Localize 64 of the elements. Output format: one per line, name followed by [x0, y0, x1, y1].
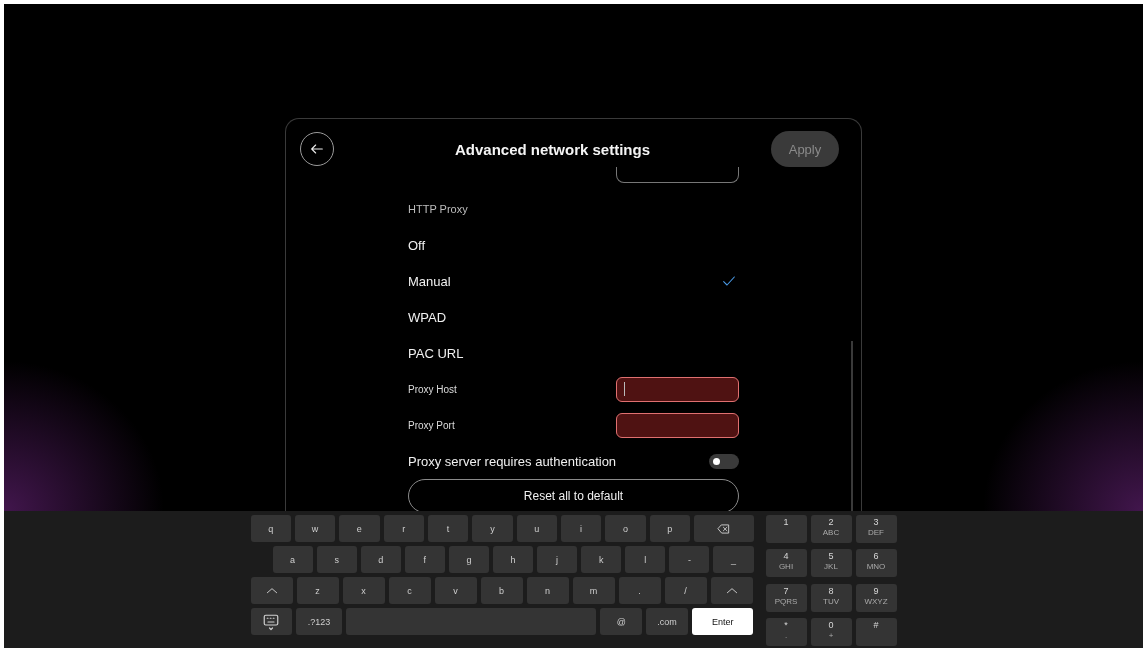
- toggle-switch[interactable]: [709, 453, 739, 469]
- numpad-key[interactable]: 1: [765, 515, 807, 543]
- key[interactable]: z: [296, 577, 339, 604]
- key[interactable]: h: [492, 546, 534, 573]
- numpad-key[interactable]: 2 ABC: [810, 515, 852, 543]
- numpad-key[interactable]: 6 MNO: [855, 549, 897, 578]
- input-field[interactable]: [616, 167, 739, 183]
- key[interactable]: .com: [646, 608, 688, 635]
- key[interactable]: d: [360, 546, 401, 573]
- option-label[interactable]: Off: [408, 237, 426, 253]
- option-label[interactable]: Manual: [408, 273, 451, 289]
- key[interactable]: @: [600, 608, 643, 635]
- key[interactable]: e: [339, 515, 380, 542]
- key[interactable]: t: [427, 515, 469, 542]
- key[interactable]: a: [272, 546, 313, 573]
- key[interactable]: k: [581, 546, 622, 573]
- key[interactable]: _: [713, 546, 754, 573]
- section-label: HTTP Proxy: [408, 203, 469, 217]
- arrow-left-icon: [309, 141, 325, 157]
- key[interactable]: s: [316, 546, 357, 573]
- numpad-key[interactable]: 8 TUV: [810, 583, 852, 612]
- text-cursor: [624, 382, 625, 396]
- key[interactable]: g: [448, 546, 489, 573]
- key[interactable]: c: [388, 577, 431, 604]
- key[interactable]: f: [404, 546, 445, 573]
- key[interactable]: j: [537, 546, 578, 573]
- input-field[interactable]: [616, 376, 739, 402]
- field-label: Proxy Host: [408, 383, 457, 395]
- option-label[interactable]: PAC URL: [408, 345, 464, 361]
- key[interactable]: n: [526, 577, 569, 604]
- key[interactable]: /: [664, 577, 707, 604]
- key[interactable]: i: [560, 515, 602, 542]
- key[interactable]: o: [605, 515, 646, 542]
- numpad-key[interactable]: #: [855, 617, 897, 646]
- key[interactable]: v: [434, 577, 477, 604]
- input-field[interactable]: [616, 412, 739, 438]
- key[interactable]: b: [480, 577, 523, 604]
- hide-keyboard-key[interactable]: [250, 608, 293, 635]
- numpad-key[interactable]: * .: [765, 617, 807, 646]
- numpad-key[interactable]: 0 +: [810, 617, 852, 646]
- numpad-key[interactable]: 3 DEF: [855, 515, 897, 543]
- key[interactable]: q: [250, 515, 291, 542]
- numpad-key[interactable]: 4 GHI: [765, 549, 807, 578]
- key[interactable]: u: [516, 515, 557, 542]
- numpad-key[interactable]: 5 JKL: [810, 549, 852, 578]
- key[interactable]: l: [625, 546, 666, 573]
- key[interactable]: m: [572, 577, 615, 604]
- keyboard-icon: [262, 612, 281, 631]
- key[interactable]: r: [383, 515, 424, 542]
- key[interactable]: p: [649, 515, 690, 542]
- numpad-key[interactable]: 7 PQRS: [765, 583, 807, 612]
- key[interactable]: y: [472, 515, 513, 542]
- key[interactable]: .: [618, 577, 661, 604]
- field-label: Proxy Port: [408, 419, 455, 431]
- key[interactable]: x: [342, 577, 385, 604]
- key[interactable]: w: [294, 515, 336, 542]
- enter-key[interactable]: Enter: [691, 608, 754, 635]
- dialog-title: Advanced network settings: [454, 140, 650, 158]
- key[interactable]: .?123: [296, 608, 342, 635]
- option-label[interactable]: WPAD: [408, 309, 447, 325]
- backspace-key[interactable]: [693, 515, 754, 542]
- toggle-label: Proxy server requires authentication: [408, 453, 617, 469]
- key[interactable]: -: [669, 546, 710, 573]
- numpad-key[interactable]: 9 WXYZ: [855, 583, 897, 612]
